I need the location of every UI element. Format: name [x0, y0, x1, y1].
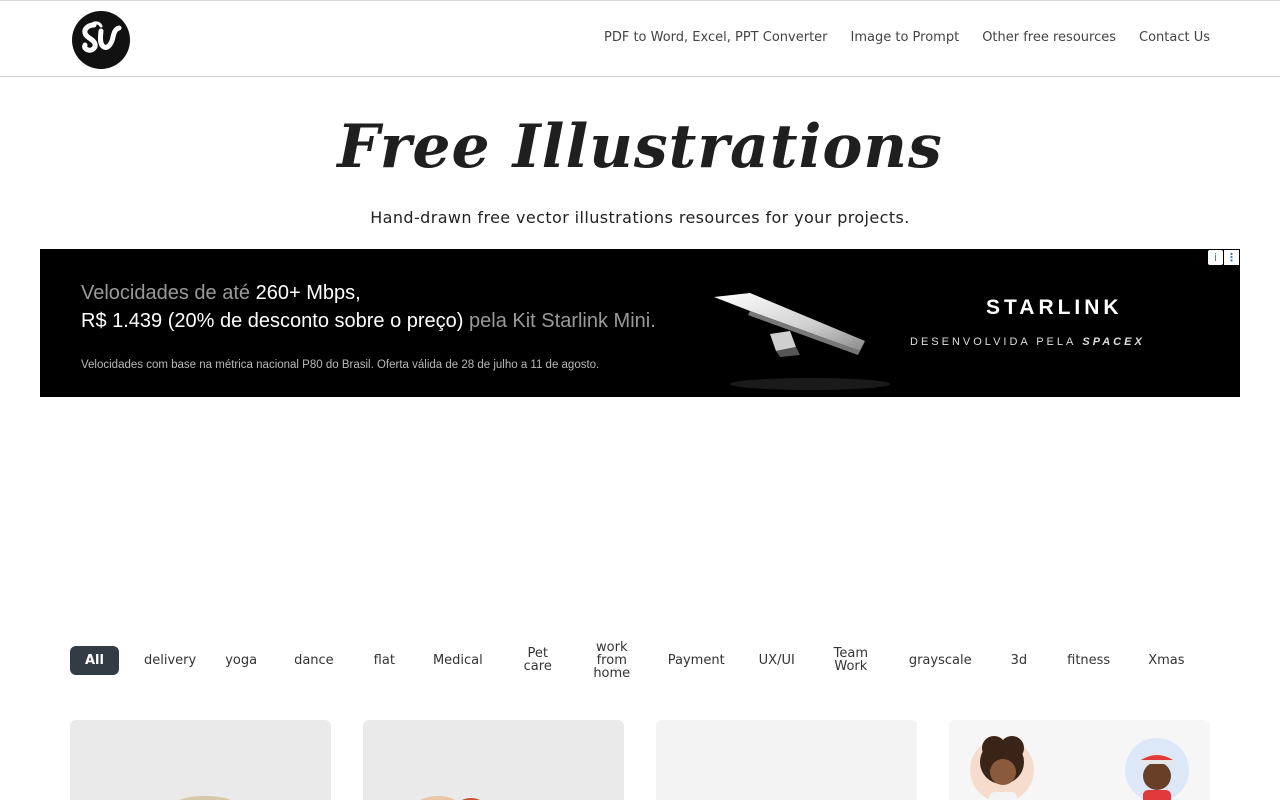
kebab-icon[interactable]: ⋮	[1224, 250, 1239, 265]
page-title: Free Illustrations	[337, 112, 943, 182]
ad-headline-2-b: pela Kit Starlink Mini.	[469, 310, 656, 332]
site-header: PDF to Word, Excel, PPT Converter Image …	[0, 0, 1280, 77]
nav-pdf-converter[interactable]: PDF to Word, Excel, PPT Converter	[604, 30, 828, 45]
tag-team-work[interactable]: Team Work	[831, 647, 871, 673]
info-icon[interactable]: i	[1208, 250, 1223, 265]
tag-fitness[interactable]: fitness	[1048, 654, 1129, 667]
tag-ux-ui[interactable]: UX/UI	[743, 654, 811, 667]
tag-flat[interactable]: flat	[355, 654, 414, 667]
nav-image-to-prompt[interactable]: Image to Prompt	[851, 30, 960, 45]
illustration-thumbnail	[179, 796, 231, 800]
ad-fine-print: Velocidades com base na métrica nacional…	[81, 359, 600, 371]
tag-3d[interactable]: 3d	[990, 654, 1049, 667]
category-filter: All delivery yoga dance flat Medical Pet…	[70, 641, 1230, 680]
illustration-card[interactable]	[70, 720, 331, 800]
main-nav: PDF to Word, Excel, PPT Converter Image …	[604, 30, 1210, 45]
tag-delivery[interactable]: delivery	[131, 654, 209, 667]
tag-payment[interactable]: Payment	[650, 654, 743, 667]
ad-headline-1: Velocidades de até 260+ Mbps,	[81, 282, 361, 305]
illustration-card[interactable]	[363, 720, 624, 800]
ad-banner[interactable]: Velocidades de até 260+ Mbps, R$ 1.439 (…	[40, 249, 1240, 397]
tag-grayscale[interactable]: grayscale	[891, 654, 990, 667]
tag-yoga[interactable]: yoga	[209, 654, 273, 667]
logo-mark-icon	[82, 21, 122, 53]
ad-tagline-text: DESENVOLVIDA PELA	[910, 336, 1077, 348]
illustration-card[interactable]	[656, 720, 917, 800]
ad-headline-2-a: R$ 1.439 (20% de desconto sobre o preço)	[81, 310, 470, 332]
tag-pet-care[interactable]: Pet care	[518, 647, 558, 673]
tag-medical[interactable]: Medical	[414, 654, 502, 667]
ad-brand: STARLINK	[986, 296, 1123, 319]
tag-dance[interactable]: dance	[273, 654, 355, 667]
illustration-card[interactable]	[949, 720, 1210, 800]
nav-other-resources[interactable]: Other free resources	[982, 30, 1116, 45]
tag-xmas[interactable]: Xmas	[1129, 654, 1203, 667]
illustration-thumbnail	[420, 796, 480, 800]
illustration-thumbnail	[970, 736, 1189, 800]
site-logo[interactable]	[72, 11, 130, 69]
tag-work-from-home[interactable]: work from home	[592, 641, 632, 680]
satellite-dish-image	[710, 289, 910, 397]
ad-headline-2: R$ 1.439 (20% de desconto sobre o preço)…	[81, 310, 656, 333]
nav-contact-us[interactable]: Contact Us	[1139, 30, 1210, 45]
ad-headline-1-a: Velocidades de até	[81, 282, 256, 304]
ad-tagline: DESENVOLVIDA PELA SPACEX	[910, 336, 1145, 348]
tag-all[interactable]: All	[70, 645, 119, 675]
ad-headline-1-b: 260+ Mbps,	[255, 282, 361, 304]
ad-tagline-brand: SPACEX	[1082, 336, 1145, 348]
page-subtitle: Hand-drawn free vector illustrations res…	[370, 208, 910, 227]
